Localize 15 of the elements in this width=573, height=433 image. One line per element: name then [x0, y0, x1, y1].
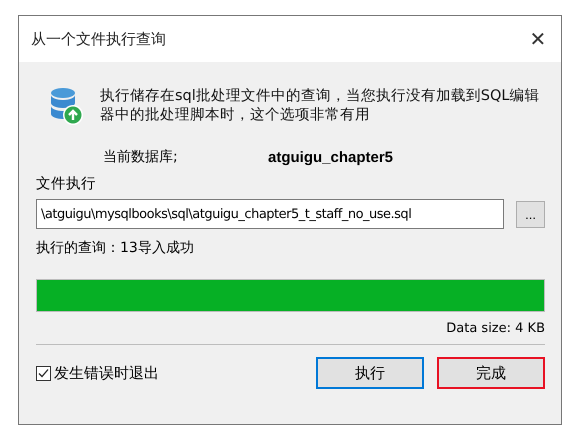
checkbox-label: 发生错误时退出	[54, 364, 159, 382]
window-title: 从一个文件执行查询	[31, 30, 166, 48]
database-upload-icon	[50, 86, 84, 126]
file-label: 文件执行	[36, 175, 97, 193]
database-name: atguigu_chapter5	[268, 148, 394, 166]
dialog-button[interactable]: 执行	[316, 357, 424, 389]
description-text: 执行储存在sql批处理文件中的查询，当您执行没有加载到SQL编辑器中的批处理脚本时，这个选项非常有用	[100, 87, 540, 125]
status-text: 执行的查询：13导入成功	[36, 239, 195, 257]
database-label: 当前数据库;	[103, 148, 179, 166]
file-path-field[interactable]: \atguigu\mysqlbooks\sql\atguigu_chapter5_t_staff_no_use.sql	[36, 199, 504, 229]
dialog-button[interactable]: 完成	[437, 357, 545, 389]
close-button[interactable]: ✕	[515, 16, 561, 62]
checkbox[interactable]	[36, 366, 51, 380]
browse-button[interactable]: ...	[516, 200, 545, 228]
data-size-text: Data size: 4 KB	[446, 321, 545, 336]
